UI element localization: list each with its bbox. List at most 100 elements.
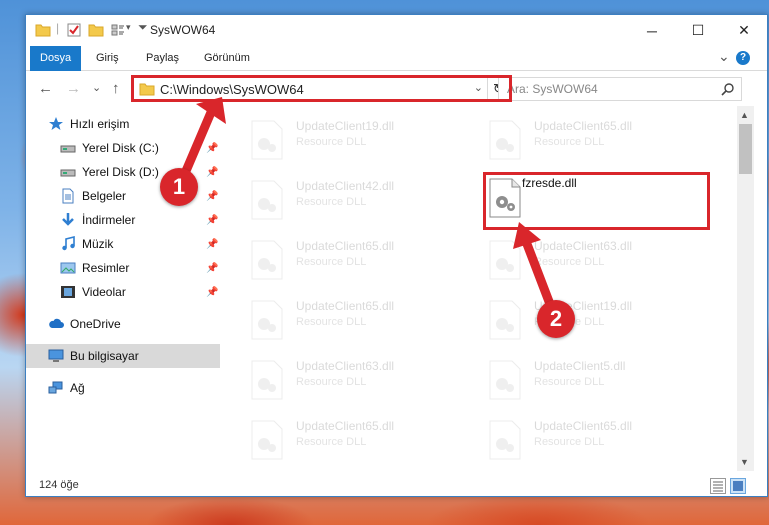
network-icon xyxy=(48,381,63,394)
sidebar-item-onedrive[interactable]: OneDrive xyxy=(26,312,220,336)
pin-icon[interactable]: 📌 xyxy=(206,167,218,178)
sidebar-item-label: Resimler xyxy=(82,261,130,275)
help-icon[interactable]: ? xyxy=(736,51,750,65)
dll-file-icon xyxy=(251,240,283,280)
explorer-window: | ▾ ⏷ SysWOW64 ─ ☐ ✕ Dosya Giriş Paylaş … xyxy=(25,14,768,497)
vertical-scrollbar[interactable]: ▲ ▼ xyxy=(737,106,754,471)
file-item[interactable]: UpdateClient65.dll Resource DLL xyxy=(222,234,452,290)
download-icon xyxy=(62,213,74,226)
up-button[interactable]: ↑ xyxy=(112,80,120,97)
sidebar-item-label: İndirmeler xyxy=(82,213,136,227)
window-title: SysWOW64 xyxy=(150,23,216,37)
dll-file-icon xyxy=(489,120,521,160)
dll-file-icon xyxy=(489,420,521,460)
file-name: UpdateClient42.dll xyxy=(296,179,395,193)
forward-button[interactable]: → xyxy=(66,80,81,97)
customize-toolbar-icon[interactable] xyxy=(110,22,126,38)
file-item[interactable]: UpdateClient65.dll Resource DLL xyxy=(222,294,452,350)
ribbon-expand-icon[interactable]: ⌄ xyxy=(718,48,730,65)
search-icon[interactable] xyxy=(721,82,735,96)
drive-icon xyxy=(60,169,76,177)
search-input[interactable]: Ara: SysWOW64 xyxy=(498,77,742,101)
file-name: UpdateClient65.dll xyxy=(296,239,395,253)
status-bar: 124 öğe xyxy=(26,475,767,497)
file-name: UpdateClient65.dll xyxy=(534,119,633,133)
sidebar-item-label: Bu bilgisayar xyxy=(70,349,139,363)
file-item[interactable]: UpdateClient65.dll Resource DLL xyxy=(460,414,690,470)
item-count: 124 öğe xyxy=(39,479,79,491)
file-name: UpdateClient65.dll xyxy=(296,419,395,433)
file-item[interactable]: UpdateClient63.dll Resource DLL xyxy=(460,234,690,290)
pin-icon[interactable]: 📌 xyxy=(206,263,218,274)
sidebar-item-network[interactable]: Ağ xyxy=(26,376,220,400)
sidebar-item-downloads[interactable]: İndirmeler 📌 xyxy=(26,208,220,232)
dll-file-icon xyxy=(489,300,521,340)
pin-icon[interactable]: 📌 xyxy=(206,191,218,202)
dll-file-icon xyxy=(251,180,283,220)
recent-locations-button[interactable]: ⌄ xyxy=(92,81,101,94)
file-name: UpdateClient65.dll xyxy=(296,299,395,313)
file-item[interactable]: UpdateClient5.dll Resource DLL xyxy=(460,354,690,410)
file-description: Resource DLL xyxy=(296,316,367,328)
sidebar-item-local-disk-c[interactable]: Yerel Disk (C:) 📌 xyxy=(26,136,220,160)
scroll-up-icon[interactable]: ▲ xyxy=(740,110,749,120)
file-item[interactable]: UpdateClient63.dll Resource DLL xyxy=(222,354,452,410)
sidebar-item-label: Ağ xyxy=(70,381,85,395)
sidebar-item-videos[interactable]: Videolar 📌 xyxy=(26,280,220,304)
cloud-icon xyxy=(49,318,64,328)
file-description: Resource DLL xyxy=(534,376,605,388)
sidebar-item-pictures[interactable]: Resimler 📌 xyxy=(26,256,220,280)
file-description: Resource DLL xyxy=(296,436,367,448)
sidebar-item-label: Yerel Disk (C:) xyxy=(82,141,159,155)
large-icons-view-icon[interactable] xyxy=(730,478,746,494)
file-highlight-box xyxy=(483,172,710,230)
close-button[interactable]: ✕ xyxy=(721,15,767,46)
pin-icon[interactable]: 📌 xyxy=(206,239,218,250)
dll-file-icon xyxy=(489,240,521,280)
qat-menu-icon[interactable]: ⏷ xyxy=(138,20,148,35)
tab-paylas[interactable]: Paylaş xyxy=(136,46,189,71)
pin-icon[interactable]: 📌 xyxy=(206,287,218,298)
file-list: UpdateClient19.dll Resource DLL UpdateCl… xyxy=(222,106,737,471)
new-folder-icon[interactable] xyxy=(88,22,104,38)
dll-file-icon xyxy=(251,120,283,160)
address-highlight-box xyxy=(131,75,512,102)
sidebar-item-label: Belgeler xyxy=(82,189,127,203)
maximize-button[interactable]: ☐ xyxy=(675,15,721,46)
step-1-badge: 1 xyxy=(160,168,198,206)
file-item[interactable]: UpdateClient19.dll Resource DLL xyxy=(460,294,690,350)
file-description: Resource DLL xyxy=(296,376,367,388)
file-item[interactable]: UpdateClient19.dll Resource DLL xyxy=(222,114,452,170)
sidebar-item-label: Müzik xyxy=(82,237,114,251)
scroll-down-icon[interactable]: ▼ xyxy=(740,457,749,467)
file-item[interactable]: UpdateClient42.dll Resource DLL xyxy=(222,174,452,230)
computer-icon xyxy=(48,349,64,362)
tab-dosya[interactable]: Dosya xyxy=(30,46,82,71)
tab-giris[interactable]: Giriş xyxy=(86,46,129,71)
file-description: Resource DLL xyxy=(296,136,367,148)
tab-gorunum[interactable]: Görünüm xyxy=(194,46,260,71)
file-description: Resource DLL xyxy=(296,256,367,268)
pin-icon[interactable]: 📌 xyxy=(206,143,218,154)
documents-icon xyxy=(62,188,74,204)
file-item[interactable]: UpdateClient65.dll Resource DLL xyxy=(222,414,452,470)
details-view-icon[interactable] xyxy=(710,478,726,494)
pin-icon[interactable]: 📌 xyxy=(206,215,218,226)
sidebar-item-label: Hızlı erişim xyxy=(70,117,130,131)
file-name: UpdateClient63.dll xyxy=(534,239,633,253)
title-bar: | ▾ ⏷ SysWOW64 ─ ☐ ✕ xyxy=(26,15,767,46)
dll-file-icon xyxy=(251,420,283,460)
qat-dropdown-icon[interactable]: ▾ xyxy=(126,22,131,33)
properties-icon[interactable] xyxy=(66,22,82,38)
minimize-button[interactable]: ─ xyxy=(629,15,675,46)
file-item[interactable]: UpdateClient65.dll Resource DLL xyxy=(460,114,690,170)
back-button[interactable]: ← xyxy=(38,80,53,97)
scrollbar-thumb[interactable] xyxy=(739,124,752,174)
separator: | xyxy=(56,21,60,35)
file-name: UpdateClient19.dll xyxy=(296,119,395,133)
sidebar-item-this-pc[interactable]: Bu bilgisayar xyxy=(26,344,220,368)
dll-file-icon xyxy=(251,360,283,400)
folder-icon xyxy=(35,24,51,37)
sidebar-item-music[interactable]: Müzik 📌 xyxy=(26,232,220,256)
sidebar-item-quick-access[interactable]: Hızlı erişim xyxy=(26,112,220,136)
